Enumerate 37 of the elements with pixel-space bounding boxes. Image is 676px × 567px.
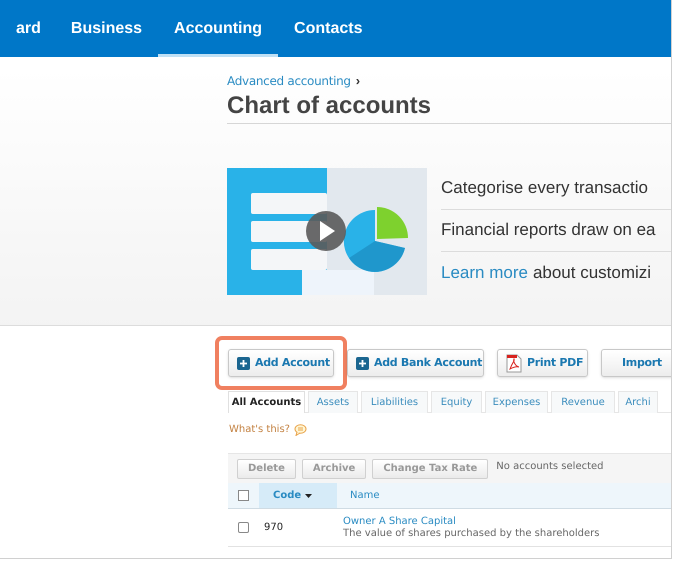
bulk-action-button[interactable]: Delete [237,458,296,478]
filter-tab[interactable]: Equity [431,391,482,413]
action-button[interactable]: Import [601,349,671,377]
filter-tab[interactable]: Assets [308,391,358,413]
select-all-checkbox[interactable] [238,490,249,501]
row-checkbox[interactable] [238,522,249,533]
nav-tab[interactable]: ard [0,0,55,57]
account-description: The value of shares purchased by the shareholders [343,528,600,540]
intro-text: Financial reports draw on ea [441,210,671,252]
filter-tab[interactable]: Expenses [485,391,548,413]
help-link[interactable]: What's this? [229,422,290,437]
intro-text: about customizi [532,262,652,284]
pdf-file-icon [506,354,522,372]
action-button[interactable]: Print PDF [497,349,588,377]
sort-down-icon [305,494,312,498]
filter-tab[interactable]: Archi [618,391,658,413]
intro-text: Categorise every transactio [441,168,671,210]
action-button[interactable]: Add Account [228,349,334,377]
nav-tab[interactable]: Contacts [278,0,378,57]
bulk-action-button[interactable]: Change Tax Rate [372,458,488,478]
plus-icon [237,356,250,370]
action-button[interactable]: Add Bank Account [347,349,484,377]
breadcrumb-link[interactable]: Advanced accounting [227,72,351,90]
account-name-link[interactable]: Owner A Share Capital [343,516,600,528]
filter-tab[interactable]: Liabilities [361,391,428,413]
plus-icon [356,356,369,370]
learn-more-link[interactable]: Learn more [441,260,528,286]
selection-status: No accounts selected [496,460,604,474]
bulk-action-button[interactable]: Archive [302,458,366,478]
speech-bubble-icon [294,424,307,436]
column-header[interactable]: Name [350,488,380,503]
nav-tab[interactable]: Business [54,0,158,57]
breadcrumb-separator: › [356,72,360,90]
page-title: Chart of accounts [227,90,432,120]
account-code: 970 [264,521,284,535]
filter-tab[interactable]: Revenue [551,391,615,413]
filter-tab[interactable]: All Accounts [228,391,305,413]
